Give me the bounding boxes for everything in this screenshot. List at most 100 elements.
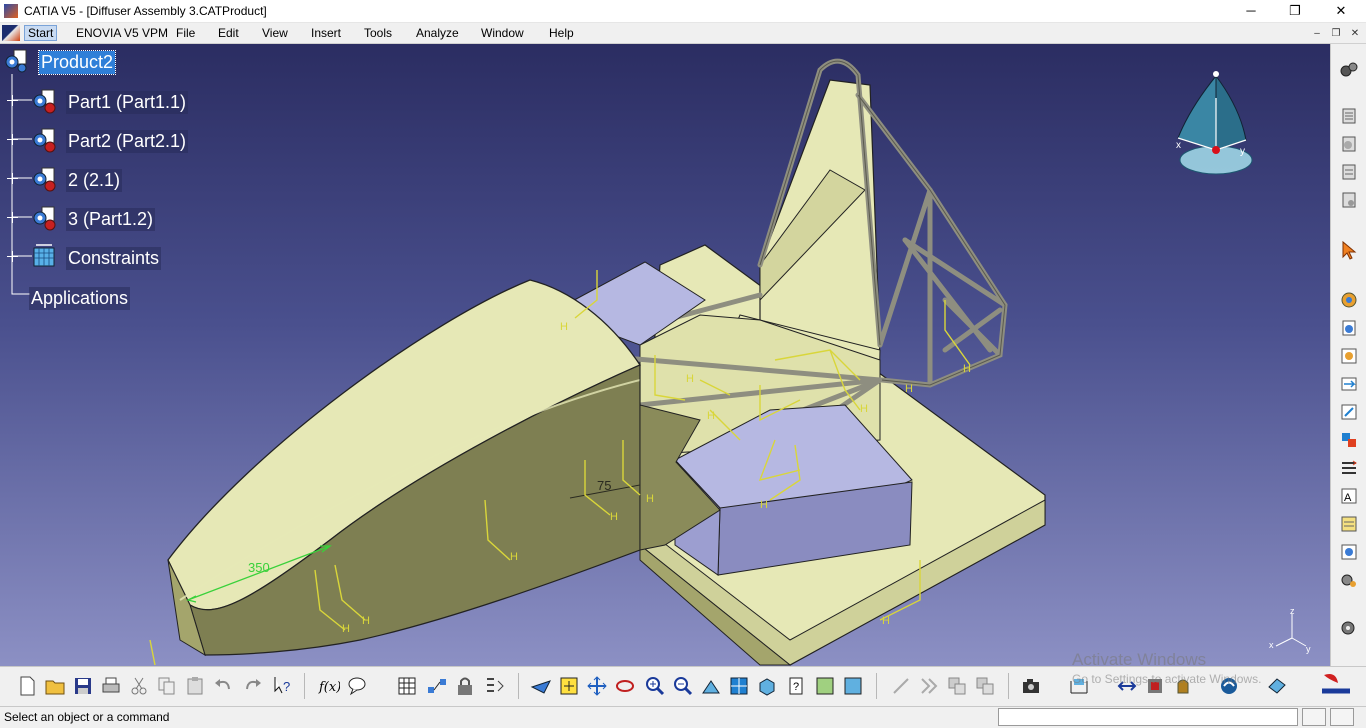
fly-mode-icon[interactable] bbox=[530, 675, 552, 697]
compass-widget[interactable]: x y bbox=[1170, 68, 1256, 178]
tree-node-part2[interactable]: Part2 (Part2.1) bbox=[66, 130, 189, 153]
new-part-icon[interactable] bbox=[1339, 190, 1359, 210]
minimize-button[interactable]: ─ bbox=[1228, 0, 1274, 22]
reorder-icon[interactable]: A bbox=[1339, 486, 1359, 506]
new-product-icon[interactable] bbox=[1339, 162, 1359, 182]
svg-text:H: H bbox=[905, 383, 913, 395]
multi-view-icon[interactable] bbox=[728, 675, 750, 697]
gears-icon[interactable] bbox=[1339, 570, 1359, 590]
tree-node-3[interactable]: 3 (Part1.2) bbox=[66, 208, 156, 231]
product-knowledge-icon[interactable] bbox=[426, 675, 448, 697]
gears-icon[interactable] bbox=[1339, 618, 1359, 638]
svg-text:H: H bbox=[646, 493, 654, 505]
swap-visible-icon[interactable] bbox=[842, 675, 864, 697]
explode-icon[interactable] bbox=[974, 675, 996, 697]
fast-multi-instantiation-icon[interactable] bbox=[1339, 458, 1359, 478]
menu-start[interactable]: Start bbox=[24, 25, 58, 41]
properties-icon[interactable] bbox=[890, 675, 912, 697]
activate-windows-watermark: Activate Windows Go to Settings to activ… bbox=[1072, 650, 1322, 696]
doc-restore-button[interactable]: ❐ bbox=[1327, 26, 1345, 41]
multi-instantiation-icon[interactable] bbox=[1339, 430, 1359, 450]
zoom-out-icon[interactable] bbox=[672, 675, 694, 697]
maximize-button[interactable]: ❐ bbox=[1272, 0, 1318, 22]
lock-icon[interactable] bbox=[454, 675, 476, 697]
manage-representations-icon[interactable] bbox=[1339, 402, 1359, 422]
manipulate-icon[interactable] bbox=[918, 675, 940, 697]
rules-icon[interactable] bbox=[484, 675, 506, 697]
menu-window[interactable]: Window bbox=[478, 25, 527, 41]
separator bbox=[518, 673, 519, 699]
close-button[interactable]: ✕ bbox=[1318, 0, 1364, 22]
camera-icon[interactable] bbox=[1020, 675, 1042, 697]
normal-view-icon[interactable] bbox=[700, 675, 722, 697]
existing-component-icon[interactable] bbox=[1339, 290, 1359, 310]
axis-triad: z x y bbox=[1269, 606, 1311, 654]
doc-minimize-button[interactable]: ‒ bbox=[1308, 26, 1326, 41]
isometric-view-icon[interactable] bbox=[756, 675, 778, 697]
zoom-in-icon[interactable] bbox=[644, 675, 666, 697]
power-input-field[interactable] bbox=[998, 708, 1298, 726]
new-icon[interactable] bbox=[16, 675, 38, 697]
menu-file[interactable]: File bbox=[173, 25, 198, 41]
tree-node-2[interactable]: 2 (2.1) bbox=[66, 169, 123, 192]
scenes-icon[interactable] bbox=[1339, 542, 1359, 562]
pan-icon[interactable] bbox=[586, 675, 608, 697]
new-component-icon[interactable] bbox=[1339, 134, 1359, 154]
save-icon[interactable] bbox=[72, 675, 94, 697]
select-arrow-icon[interactable] bbox=[1339, 240, 1359, 260]
cut-icon[interactable] bbox=[128, 675, 150, 697]
rotate-icon[interactable] bbox=[614, 675, 636, 697]
svg-text:H: H bbox=[510, 551, 518, 563]
snap-icon[interactable] bbox=[946, 675, 968, 697]
power-input-button[interactable] bbox=[1302, 708, 1326, 726]
undo-icon[interactable] bbox=[212, 675, 234, 697]
copy-icon[interactable] bbox=[156, 675, 178, 697]
part-icon[interactable] bbox=[32, 127, 58, 153]
doc-close-button[interactable]: ✕ bbox=[1346, 26, 1364, 41]
product-icon[interactable] bbox=[4, 48, 30, 74]
replace-component-icon[interactable] bbox=[1339, 318, 1359, 338]
expand-part1[interactable] bbox=[7, 95, 18, 106]
open-icon[interactable] bbox=[44, 675, 66, 697]
graph-tree-icon[interactable] bbox=[1339, 346, 1359, 366]
expand-node-2[interactable] bbox=[7, 173, 18, 184]
watermark-line2: Go to Settings to activate Windows. bbox=[1072, 672, 1262, 686]
constraints-icon[interactable] bbox=[31, 243, 57, 269]
menu-view[interactable]: View bbox=[259, 25, 291, 41]
redo-icon[interactable] bbox=[242, 675, 264, 697]
comment-icon[interactable] bbox=[346, 675, 368, 697]
menu-insert[interactable]: Insert bbox=[308, 25, 344, 41]
part-icon[interactable] bbox=[32, 88, 58, 114]
catia-app-icon[interactable] bbox=[4, 4, 18, 18]
hide-show-icon[interactable] bbox=[814, 675, 836, 697]
catalog-icon[interactable] bbox=[396, 675, 418, 697]
menu-help[interactable]: Help bbox=[546, 25, 577, 41]
print-icon[interactable] bbox=[100, 675, 122, 697]
tree-node-constraints[interactable]: Constraints bbox=[66, 247, 162, 270]
expand-part2[interactable] bbox=[7, 134, 18, 145]
formula-icon[interactable]: f(x) bbox=[318, 675, 340, 697]
part-icon[interactable] bbox=[32, 166, 58, 192]
paste-icon[interactable] bbox=[184, 675, 206, 697]
menu-edit[interactable]: Edit bbox=[215, 25, 242, 41]
catia-logo-icon[interactable] bbox=[2, 25, 20, 41]
quick-view-icon[interactable]: ? bbox=[786, 675, 808, 697]
expand-constraints[interactable] bbox=[7, 251, 18, 262]
svg-text:H: H bbox=[362, 615, 370, 627]
menu-analyze[interactable]: Analyze bbox=[413, 25, 462, 41]
product-structure-icon[interactable] bbox=[1339, 106, 1359, 126]
generate-numbering-icon[interactable] bbox=[1339, 374, 1359, 394]
power-input-clear-button[interactable] bbox=[1330, 708, 1354, 726]
bill-of-material-icon[interactable] bbox=[1339, 514, 1359, 534]
part-icon[interactable] bbox=[32, 205, 58, 231]
tree-node-part1[interactable]: Part1 (Part1.1) bbox=[66, 91, 189, 114]
whats-this-icon[interactable]: ? bbox=[272, 675, 294, 697]
3d-viewport[interactable]: 350 75 H H H H H H H H H H H H H Product… bbox=[0, 44, 1330, 666]
expand-node-3[interactable] bbox=[7, 212, 18, 223]
fit-all-icon[interactable] bbox=[558, 675, 580, 697]
menu-tools[interactable]: Tools bbox=[361, 25, 395, 41]
menu-enovia[interactable]: ENOVIA V5 VPM bbox=[73, 25, 171, 41]
tree-node-applications[interactable]: Applications bbox=[29, 287, 131, 310]
gears-icon[interactable] bbox=[1339, 60, 1359, 80]
tree-root-product2[interactable]: Product2 bbox=[37, 50, 117, 75]
